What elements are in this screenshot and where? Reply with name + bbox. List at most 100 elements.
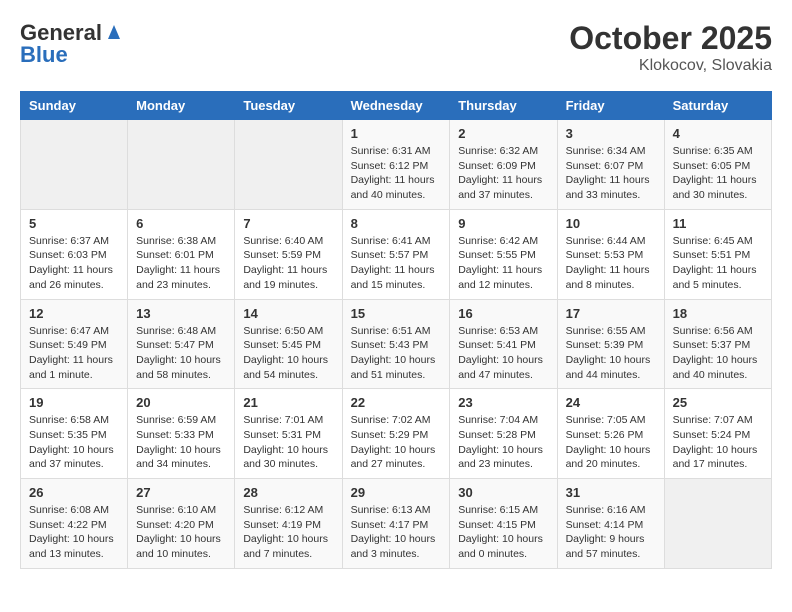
calendar-cell: 14 Sunrise: 6:50 AM Sunset: 5:45 PM Dayli… [235, 299, 342, 389]
calendar-cell: 7 Sunrise: 6:40 AM Sunset: 5:59 PM Daylig… [235, 209, 342, 299]
day-number: 20 [136, 395, 226, 410]
day-number: 22 [351, 395, 442, 410]
calendar-cell: 20 Sunrise: 6:59 AM Sunset: 5:33 PM Dayli… [128, 389, 235, 479]
logo: General Blue [20, 20, 124, 68]
day-info: Sunrise: 6:34 AM Sunset: 6:07 PM Dayligh… [566, 144, 656, 203]
day-number: 25 [673, 395, 763, 410]
day-number: 27 [136, 485, 226, 500]
calendar-cell: 21 Sunrise: 7:01 AM Sunset: 5:31 PM Dayli… [235, 389, 342, 479]
day-info: Sunrise: 6:35 AM Sunset: 6:05 PM Dayligh… [673, 144, 763, 203]
calendar-cell: 12 Sunrise: 6:47 AM Sunset: 5:49 PM Dayli… [21, 299, 128, 389]
day-info: Sunrise: 6:16 AM Sunset: 4:14 PM Dayligh… [566, 503, 656, 562]
day-number: 21 [243, 395, 333, 410]
day-number: 5 [29, 216, 119, 231]
day-info: Sunrise: 6:13 AM Sunset: 4:17 PM Dayligh… [351, 503, 442, 562]
calendar-cell: 18 Sunrise: 6:56 AM Sunset: 5:37 PM Dayli… [664, 299, 771, 389]
calendar-cell: 10 Sunrise: 6:44 AM Sunset: 5:53 PM Dayli… [557, 209, 664, 299]
day-number: 12 [29, 306, 119, 321]
day-number: 29 [351, 485, 442, 500]
day-number: 13 [136, 306, 226, 321]
day-info: Sunrise: 6:53 AM Sunset: 5:41 PM Dayligh… [458, 324, 548, 383]
day-info: Sunrise: 6:42 AM Sunset: 5:55 PM Dayligh… [458, 234, 548, 293]
calendar-cell: 5 Sunrise: 6:37 AM Sunset: 6:03 PM Daylig… [21, 209, 128, 299]
day-info: Sunrise: 6:15 AM Sunset: 4:15 PM Dayligh… [458, 503, 548, 562]
calendar-cell: 19 Sunrise: 6:58 AM Sunset: 5:35 PM Dayli… [21, 389, 128, 479]
day-number: 3 [566, 126, 656, 141]
day-number: 11 [673, 216, 763, 231]
calendar-cell: 9 Sunrise: 6:42 AM Sunset: 5:55 PM Daylig… [450, 209, 557, 299]
calendar-cell: 30 Sunrise: 6:15 AM Sunset: 4:15 PM Dayli… [450, 479, 557, 569]
day-info: Sunrise: 6:38 AM Sunset: 6:01 PM Dayligh… [136, 234, 226, 293]
day-info: Sunrise: 7:05 AM Sunset: 5:26 PM Dayligh… [566, 413, 656, 472]
calendar-cell: 8 Sunrise: 6:41 AM Sunset: 5:57 PM Daylig… [342, 209, 450, 299]
day-info: Sunrise: 6:45 AM Sunset: 5:51 PM Dayligh… [673, 234, 763, 293]
calendar-week-1: 1 Sunrise: 6:31 AM Sunset: 6:12 PM Daylig… [21, 120, 772, 210]
calendar-cell: 29 Sunrise: 6:13 AM Sunset: 4:17 PM Dayli… [342, 479, 450, 569]
calendar-table: SundayMondayTuesdayWednesdayThursdayFrid… [20, 91, 772, 569]
calendar-cell: 23Sunrise: 7:04 AM Sunset: 5:28 PM Dayli… [450, 389, 557, 479]
day-info: Sunrise: 6:32 AM Sunset: 6:09 PM Dayligh… [458, 144, 548, 203]
calendar-cell: 31 Sunrise: 6:16 AM Sunset: 4:14 PM Dayli… [557, 479, 664, 569]
day-info: Sunrise: 6:51 AM Sunset: 5:43 PM Dayligh… [351, 324, 442, 383]
calendar-week-5: 26Sunrise: 6:08 AM Sunset: 4:22 PM Dayli… [21, 479, 772, 569]
calendar-cell: 16 Sunrise: 6:53 AM Sunset: 5:41 PM Dayli… [450, 299, 557, 389]
calendar-title: October 2025 [569, 20, 772, 57]
day-number: 28 [243, 485, 333, 500]
calendar-cell: 3 Sunrise: 6:34 AM Sunset: 6:07 PM Daylig… [557, 120, 664, 210]
day-number: 24 [566, 395, 656, 410]
day-info: Sunrise: 7:07 AM Sunset: 5:24 PM Dayligh… [673, 413, 763, 472]
page-header: General Blue October 2025 Klokocov, Slov… [20, 20, 772, 75]
weekday-header-thursday: Thursday [450, 92, 557, 120]
day-number: 18 [673, 306, 763, 321]
day-info: Sunrise: 6:55 AM Sunset: 5:39 PM Dayligh… [566, 324, 656, 383]
day-info: Sunrise: 6:41 AM Sunset: 5:57 PM Dayligh… [351, 234, 442, 293]
title-block: October 2025 Klokocov, Slovakia [569, 20, 772, 75]
weekday-header-sunday: Sunday [21, 92, 128, 120]
calendar-cell [664, 479, 771, 569]
calendar-cell: 25 Sunrise: 7:07 AM Sunset: 5:24 PM Dayli… [664, 389, 771, 479]
weekday-header-tuesday: Tuesday [235, 92, 342, 120]
day-number: 14 [243, 306, 333, 321]
day-number: 30 [458, 485, 548, 500]
day-number: 16 [458, 306, 548, 321]
day-number: 10 [566, 216, 656, 231]
day-number: 31 [566, 485, 656, 500]
day-number: 19 [29, 395, 119, 410]
calendar-cell: 1 Sunrise: 6:31 AM Sunset: 6:12 PM Daylig… [342, 120, 450, 210]
day-info: Sunrise: 6:40 AM Sunset: 5:59 PM Dayligh… [243, 234, 333, 293]
day-number: 1 [351, 126, 442, 141]
calendar-cell: 28Sunrise: 6:12 AM Sunset: 4:19 PM Dayli… [235, 479, 342, 569]
day-info: Sunrise: 6:59 AM Sunset: 5:33 PM Dayligh… [136, 413, 226, 472]
weekday-header-friday: Friday [557, 92, 664, 120]
day-info: Sunrise: 6:44 AM Sunset: 5:53 PM Dayligh… [566, 234, 656, 293]
day-info: Sunrise: 6:47 AM Sunset: 5:49 PM Dayligh… [29, 324, 119, 383]
day-number: 26 [29, 485, 119, 500]
day-info: Sunrise: 6:56 AM Sunset: 5:37 PM Dayligh… [673, 324, 763, 383]
day-info: Sunrise: 6:31 AM Sunset: 6:12 PM Dayligh… [351, 144, 442, 203]
calendar-cell: 22 Sunrise: 7:02 AM Sunset: 5:29 PM Dayli… [342, 389, 450, 479]
calendar-cell: 17 Sunrise: 6:55 AM Sunset: 5:39 PM Dayli… [557, 299, 664, 389]
day-info: Sunrise: 7:02 AM Sunset: 5:29 PM Dayligh… [351, 413, 442, 472]
calendar-week-4: 19 Sunrise: 6:58 AM Sunset: 5:35 PM Dayli… [21, 389, 772, 479]
calendar-cell: 11 Sunrise: 6:45 AM Sunset: 5:51 PM Dayli… [664, 209, 771, 299]
calendar-cell: 13Sunrise: 6:48 AM Sunset: 5:47 PM Dayli… [128, 299, 235, 389]
calendar-cell: 4Sunrise: 6:35 AM Sunset: 6:05 PM Daylig… [664, 120, 771, 210]
day-info: Sunrise: 7:01 AM Sunset: 5:31 PM Dayligh… [243, 413, 333, 472]
calendar-body: 1 Sunrise: 6:31 AM Sunset: 6:12 PM Daylig… [21, 120, 772, 569]
calendar-cell: 6Sunrise: 6:38 AM Sunset: 6:01 PM Daylig… [128, 209, 235, 299]
day-number: 9 [458, 216, 548, 231]
day-number: 7 [243, 216, 333, 231]
calendar-cell: 24 Sunrise: 7:05 AM Sunset: 5:26 PM Dayli… [557, 389, 664, 479]
logo-blue-text: Blue [20, 42, 68, 68]
day-number: 8 [351, 216, 442, 231]
day-info: Sunrise: 6:37 AM Sunset: 6:03 PM Dayligh… [29, 234, 119, 293]
calendar-cell [235, 120, 342, 210]
day-number: 23 [458, 395, 548, 410]
day-info: Sunrise: 6:58 AM Sunset: 5:35 PM Dayligh… [29, 413, 119, 472]
day-number: 2 [458, 126, 548, 141]
calendar-cell: 26Sunrise: 6:08 AM Sunset: 4:22 PM Dayli… [21, 479, 128, 569]
day-info: Sunrise: 6:50 AM Sunset: 5:45 PM Dayligh… [243, 324, 333, 383]
calendar-cell: 15Sunrise: 6:51 AM Sunset: 5:43 PM Dayli… [342, 299, 450, 389]
day-number: 17 [566, 306, 656, 321]
calendar-cell: 27Sunrise: 6:10 AM Sunset: 4:20 PM Dayli… [128, 479, 235, 569]
